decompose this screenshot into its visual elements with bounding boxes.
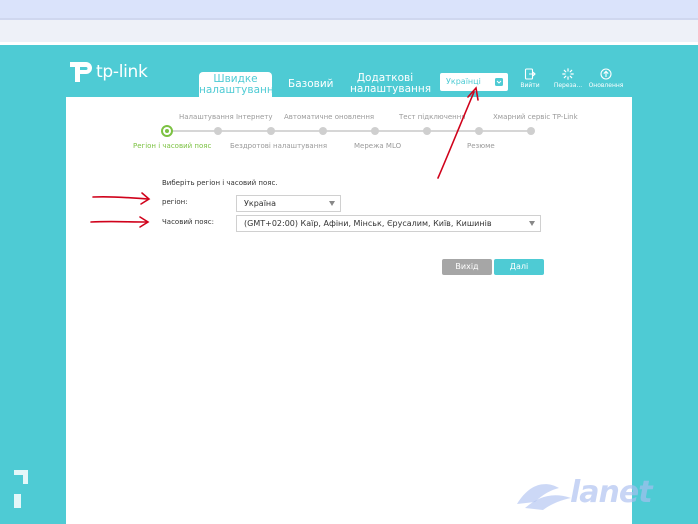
- browser-toolbar: [0, 20, 698, 42]
- corner-mark-icon: [14, 470, 28, 484]
- step-label-cloud: Хмарний сервіс TP-Link: [493, 113, 578, 121]
- next-button[interactable]: Далі: [494, 259, 544, 275]
- step-label-summary: Резюме: [467, 142, 495, 150]
- dropdown-arrow-icon: [329, 201, 335, 206]
- region-select[interactable]: Україна: [236, 195, 341, 212]
- step-dot: [214, 127, 222, 135]
- step-label-connection-test: Тест підключення: [399, 113, 466, 121]
- corner-mark-icon: [14, 494, 21, 508]
- tp-link-logo: tp-link: [66, 58, 148, 86]
- chevron-down-icon: [495, 78, 503, 86]
- step-label-auto-update: Автоматичне оновлення: [284, 113, 375, 121]
- language-select[interactable]: Українці: [440, 73, 508, 91]
- logout-icon: [524, 68, 536, 80]
- step-dot: [527, 127, 535, 135]
- watermark-text: lanet: [570, 475, 653, 510]
- step-dot: [267, 127, 275, 135]
- logout-label: Вийти: [520, 82, 540, 89]
- language-value: Українці: [446, 77, 481, 86]
- reboot-label: Переза...: [553, 82, 583, 89]
- step-label-region: Регіон і часовий пояс: [133, 142, 212, 150]
- step-label-mlo: Мережа MLO: [354, 142, 402, 150]
- timezone-label: Часовий пояс:: [162, 218, 214, 226]
- timezone-value: (GMT+02:00) Каїр, Афіни, Мінськ, Єрусали…: [244, 219, 492, 228]
- tab-label-line2: налаштування: [199, 84, 281, 96]
- tab-advanced[interactable]: Додаткові налаштування: [350, 73, 432, 98]
- dropdown-arrow-icon: [529, 221, 535, 226]
- reboot-button[interactable]: Переза...: [550, 68, 586, 89]
- step-label-internet: Налаштування Інтернету: [179, 113, 273, 121]
- update-icon: [600, 68, 612, 80]
- logo-text: tp-link: [96, 62, 148, 82]
- step-dot-active: [161, 125, 173, 137]
- exit-button[interactable]: Вихід: [442, 259, 492, 275]
- browser-bar: [0, 0, 698, 18]
- region-value: Україна: [244, 199, 277, 208]
- form-title: Виберіть регіон і часовий пояс.: [162, 179, 278, 187]
- content-panel: [66, 97, 632, 524]
- step-label-wireless: Бездротові налаштування: [230, 142, 328, 150]
- reboot-icon: [562, 68, 574, 80]
- update-label: Оновлення: [588, 82, 624, 89]
- step-dot: [475, 127, 483, 135]
- divider: [0, 42, 698, 45]
- logout-button[interactable]: Вийти: [512, 68, 548, 89]
- update-button[interactable]: Оновлення: [588, 68, 624, 89]
- step-dot: [319, 127, 327, 135]
- step-dot: [371, 127, 379, 135]
- tab-label-line1: Базовий: [288, 78, 334, 90]
- timezone-select[interactable]: (GMT+02:00) Каїр, Афіни, Мінськ, Єрусали…: [236, 215, 541, 232]
- tab-quick-setup[interactable]: Швидке налаштування: [199, 72, 281, 97]
- step-dot: [423, 127, 431, 135]
- tab-label-line2: налаштування: [350, 83, 432, 95]
- region-label: регіон:: [162, 198, 188, 206]
- tp-link-logo-icon: [70, 62, 92, 82]
